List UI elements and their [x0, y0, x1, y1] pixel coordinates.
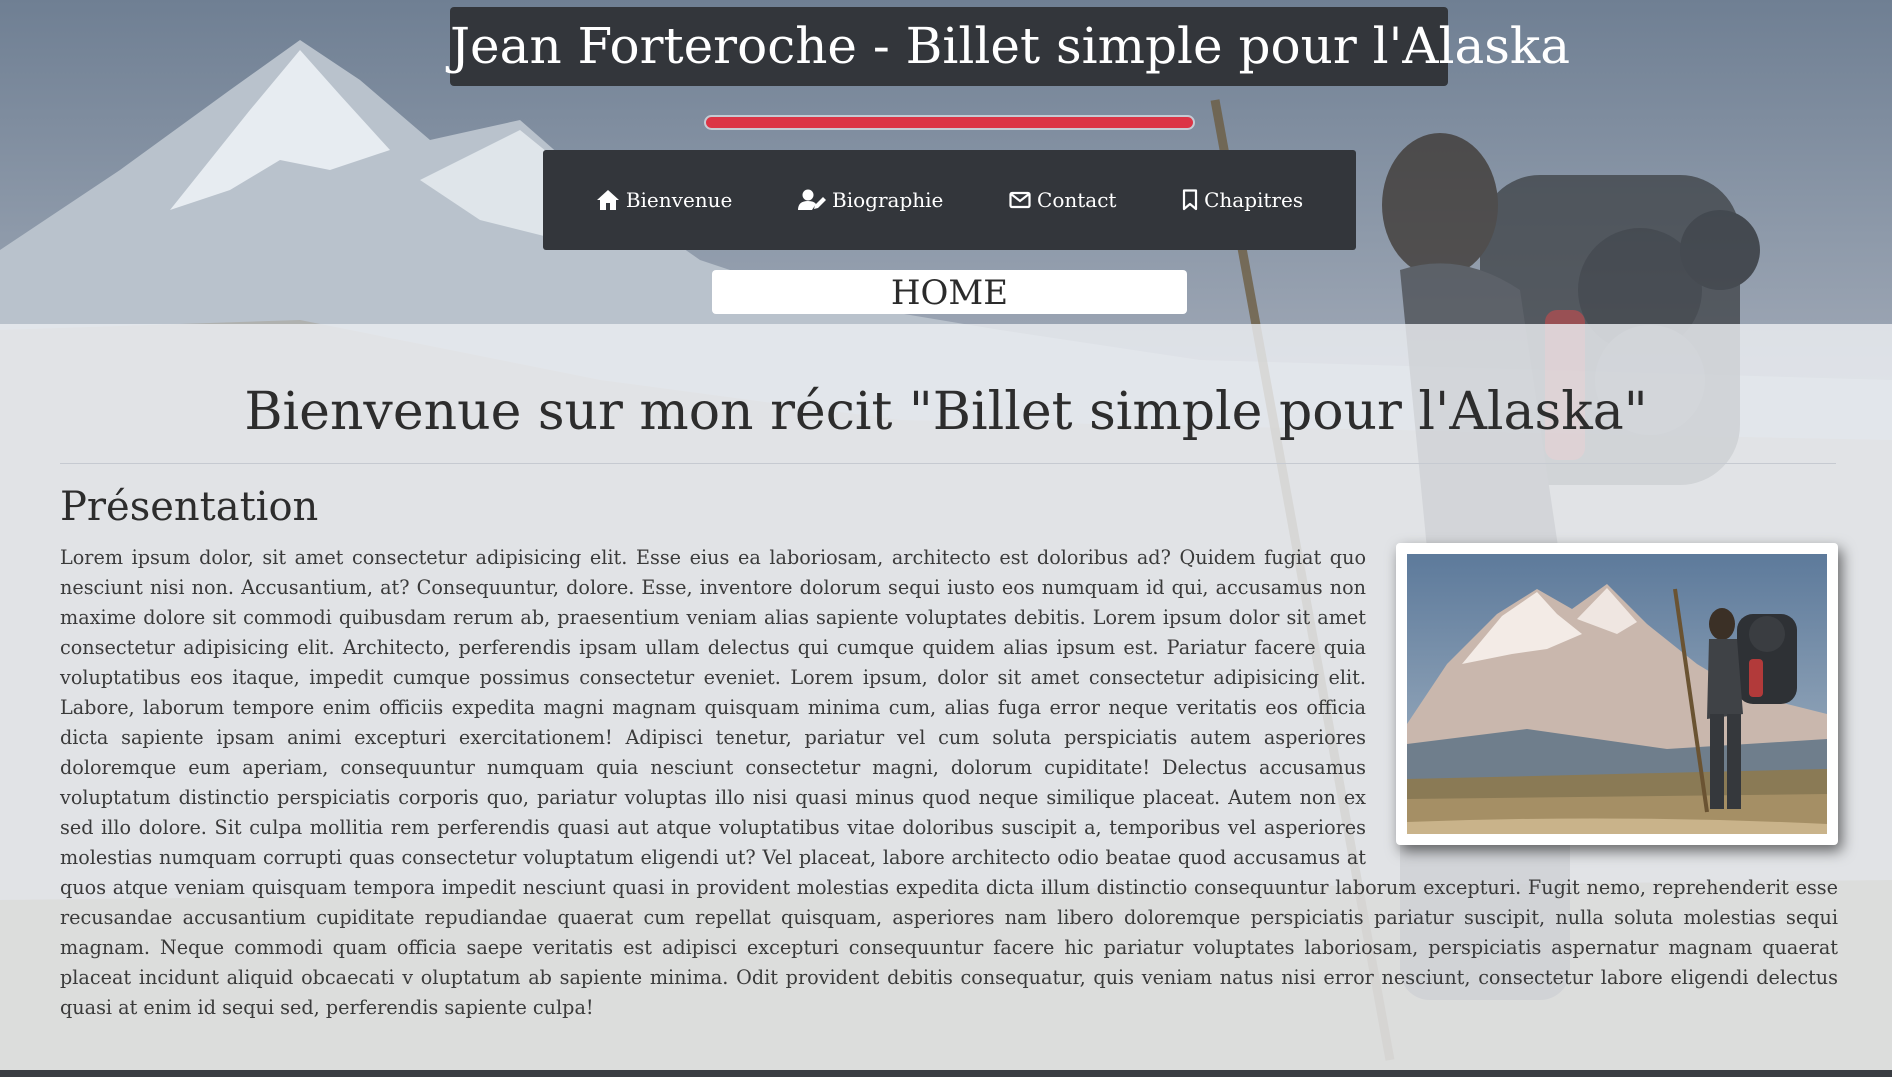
- nav-item-label: Biographie: [832, 188, 944, 212]
- nav-item-label: Chapitres: [1204, 188, 1304, 212]
- presentation-photo: [1396, 543, 1838, 845]
- nav-item-biographie[interactable]: Biographie: [798, 188, 943, 212]
- nav-item-chapitres[interactable]: Chapitres: [1182, 188, 1303, 212]
- presentation-text-block: Lorem ipsum dolor, sit amet consectetur …: [60, 543, 1838, 1023]
- nav-item-label: Contact: [1037, 188, 1117, 212]
- nav-item-bienvenue[interactable]: Bienvenue: [596, 188, 733, 212]
- title-accent-bar: [706, 117, 1193, 128]
- page-heading: Bienvenue sur mon récit "Billet simple p…: [244, 382, 1648, 442]
- envelope-icon: [1009, 191, 1031, 209]
- home-icon: [596, 189, 620, 211]
- nav-item-label: Bienvenue: [625, 188, 733, 212]
- main-navigation: Bienvenue Biographie Contact Chapitres: [543, 150, 1356, 250]
- footer-bar: [0, 1070, 1892, 1077]
- heading-divider: [60, 463, 1836, 464]
- page-label: HOME: [712, 270, 1187, 314]
- site-title: Jean Forteroche - Billet simple pour l'A…: [450, 7, 1570, 86]
- bookmark-icon: [1182, 189, 1198, 211]
- nav-item-contact[interactable]: Contact: [1009, 188, 1116, 212]
- user-edit-icon: [798, 189, 827, 211]
- section-title: Présentation: [60, 484, 319, 530]
